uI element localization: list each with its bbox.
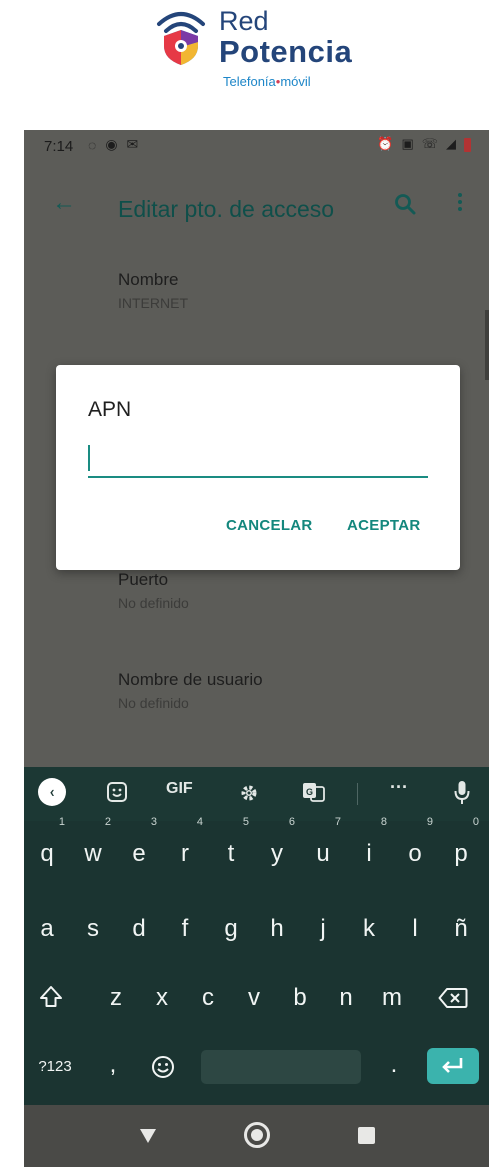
dialog-title: APN xyxy=(88,398,132,421)
key-z[interactable]: z xyxy=(96,973,136,1023)
translate-icon[interactable]: G xyxy=(302,781,326,803)
nfc-icon: ▣ xyxy=(401,137,414,152)
key-f[interactable]: f xyxy=(165,904,205,954)
key-k[interactable]: k xyxy=(349,904,389,954)
gif-button[interactable]: GIF xyxy=(166,780,193,798)
pref-title: Nombre de usuario xyxy=(118,670,263,689)
pref-nombre[interactable]: Nombre INTERNET xyxy=(118,270,188,311)
nav-recents-icon[interactable] xyxy=(358,1127,375,1144)
key-n[interactable]: n xyxy=(326,973,366,1023)
key-m[interactable]: m xyxy=(372,973,412,1023)
gmail-icon: ✉ xyxy=(126,137,139,153)
keyboard-collapse-icon[interactable]: ‹ xyxy=(38,778,66,806)
pref-title: Nombre xyxy=(118,270,179,289)
keyboard-toolbar: ‹ GIF G ··· xyxy=(24,767,489,821)
key-r[interactable]: r4 xyxy=(165,817,205,879)
enter-key[interactable] xyxy=(427,1048,479,1084)
key-e[interactable]: e3 xyxy=(119,817,159,879)
pref-title: Puerto xyxy=(118,570,169,589)
gear-icon[interactable] xyxy=(238,782,260,804)
key-y[interactable]: y6 xyxy=(257,817,297,879)
spacebar[interactable] xyxy=(201,1050,361,1084)
key-n-tilde[interactable]: ñ xyxy=(441,904,481,954)
logo-tagline: Telefonía•móvil xyxy=(223,74,311,89)
wifi-shield-logo-icon xyxy=(157,12,205,65)
key-d[interactable]: d xyxy=(119,904,159,954)
shift-icon[interactable] xyxy=(38,984,64,1010)
key-t[interactable]: t5 xyxy=(211,817,251,879)
logo-wordmark-red: Red xyxy=(219,6,269,36)
key-g[interactable]: g xyxy=(211,904,251,954)
symbols-key[interactable]: ?123 xyxy=(32,1042,78,1092)
pref-nombre-de-usuario[interactable]: Nombre de usuario No definido xyxy=(118,670,263,711)
key-s[interactable]: s xyxy=(73,904,113,954)
pref-summary: No definido xyxy=(118,595,189,611)
more-options-icon[interactable] xyxy=(456,190,464,216)
sticker-icon[interactable] xyxy=(106,781,128,803)
logo-wordmark-potencia: Potencia xyxy=(219,34,353,69)
apn-dialog: APN CANCELAR ACEPTAR xyxy=(56,365,460,570)
status-bar: 7:14 ◌ ◉ ✉ ⏰ ▣ ☏ ◢ xyxy=(24,130,489,166)
microphone-icon[interactable] xyxy=(454,780,470,806)
scrollbar[interactable] xyxy=(485,310,489,380)
text-cursor xyxy=(88,445,90,471)
app-bar: ← Editar pto. de acceso xyxy=(24,176,489,236)
status-time: 7:14 xyxy=(44,138,74,155)
phone-screen: 7:14 ◌ ◉ ✉ ⏰ ▣ ☏ ◢ ← Editar pto. de acce… xyxy=(24,130,489,1167)
more-options-button[interactable]: ··· xyxy=(390,777,408,798)
emoji-icon[interactable] xyxy=(150,1054,176,1080)
pref-puerto[interactable]: Puerto No definido xyxy=(118,570,189,611)
nav-home-icon[interactable] xyxy=(244,1122,270,1148)
enter-arrow-icon xyxy=(442,1058,463,1073)
key-h[interactable]: h xyxy=(257,904,297,954)
svg-text:G: G xyxy=(306,787,313,797)
cancel-button[interactable]: CANCELAR xyxy=(226,517,313,534)
alarm-icon: ⏰ xyxy=(377,137,394,152)
whatsapp-icon: ◌ xyxy=(88,138,97,154)
back-arrow-icon[interactable]: ← xyxy=(52,188,76,217)
comma-key[interactable]: , xyxy=(98,1040,128,1090)
backspace-icon[interactable] xyxy=(438,987,468,1009)
key-v[interactable]: v xyxy=(234,973,274,1023)
key-u[interactable]: u7 xyxy=(303,817,343,879)
key-o[interactable]: o9 xyxy=(395,817,435,879)
key-c[interactable]: c xyxy=(188,973,228,1023)
keyboard: q1 w2 e3 r4 t5 y6 u7 i8 o9 p0 a s d f g … xyxy=(24,817,489,1105)
search-icon[interactable] xyxy=(393,192,417,216)
toolbar-divider xyxy=(357,783,358,805)
red-potencia-logo: Red Potencia Telefonía•móvil xyxy=(155,6,375,98)
key-l[interactable]: l xyxy=(395,904,435,954)
key-i[interactable]: i8 xyxy=(349,817,389,879)
signal-icon: ◢ xyxy=(446,137,456,152)
apn-input[interactable] xyxy=(88,440,428,478)
key-p[interactable]: p0 xyxy=(441,817,481,879)
volte-icon: ☏ xyxy=(421,137,438,152)
pref-summary: No definido xyxy=(118,695,189,711)
key-a[interactable]: a xyxy=(27,904,67,954)
nav-back-icon[interactable] xyxy=(140,1129,156,1143)
page-title: Editar pto. de acceso xyxy=(118,196,335,222)
accept-button[interactable]: ACEPTAR xyxy=(347,517,421,534)
key-j[interactable]: j xyxy=(303,904,343,954)
battery-icon xyxy=(464,137,471,152)
key-b[interactable]: b xyxy=(280,973,320,1023)
key-x[interactable]: x xyxy=(142,973,182,1023)
screen-record-icon: ◉ xyxy=(105,137,118,153)
key-w[interactable]: w2 xyxy=(73,817,113,879)
navigation-bar xyxy=(24,1105,489,1167)
period-key[interactable]: . xyxy=(379,1040,409,1090)
key-q[interactable]: q1 xyxy=(27,817,67,879)
pref-summary: INTERNET xyxy=(118,295,188,311)
